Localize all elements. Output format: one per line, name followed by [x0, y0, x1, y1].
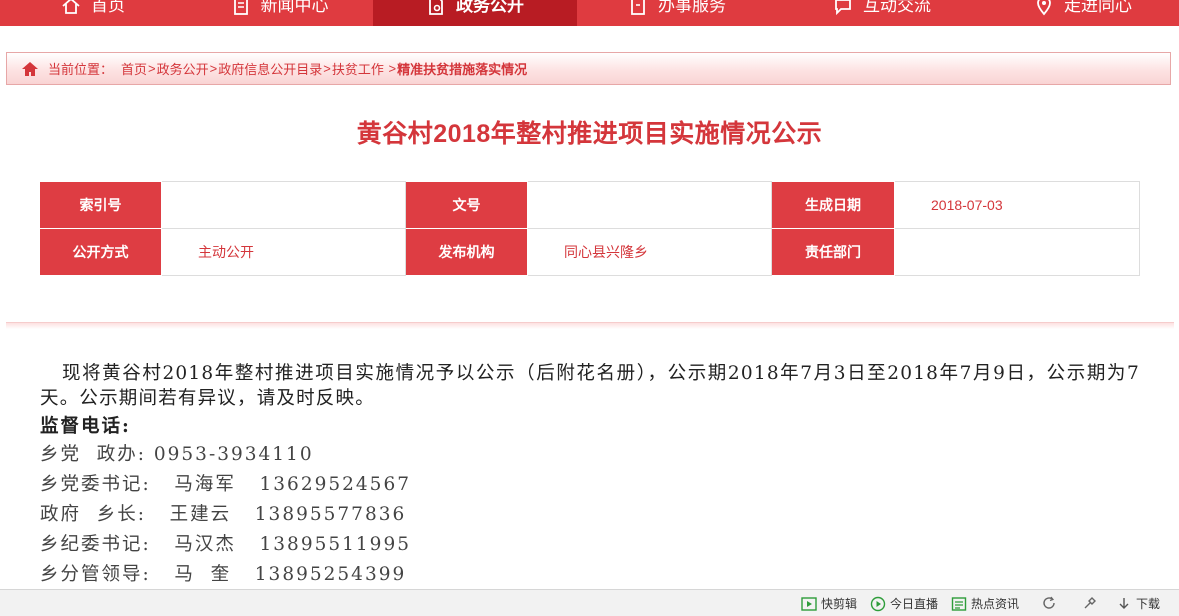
meta-value-index — [161, 181, 406, 229]
news-icon — [951, 596, 967, 611]
document-icon — [233, 0, 248, 15]
play-icon — [870, 596, 886, 611]
meta-row: 索引号 文号 生成日期 2018-07-03 — [39, 181, 1140, 229]
nav-item-services[interactable]: 办事服务 — [577, 0, 777, 26]
meta-label-docno: 文号 — [405, 181, 528, 229]
status-label: 今日直播 — [890, 597, 939, 611]
location-pin-icon — [1037, 0, 1051, 16]
meta-label-mode: 公开方式 — [39, 228, 162, 276]
document-meta-table: 索引号 文号 生成日期 2018-07-03 公开方式 主动公开 发布机构 同心… — [39, 181, 1140, 276]
nav-item-label: 办事服务 — [658, 0, 726, 15]
video-icon — [801, 596, 817, 611]
nav-item-home[interactable]: 首页 — [0, 0, 186, 26]
chat-icon — [835, 0, 851, 16]
home-icon — [22, 61, 38, 76]
download-icon — [1119, 597, 1129, 609]
nav-item-label: 新闻中心 — [260, 0, 329, 15]
page-title: 黄谷村2018年整村推进项目实施情况公示 — [356, 120, 823, 148]
breadcrumb: 当前位置： 首页 > 政务公开 > 政府信息公开目录 > 扶贫工作 > 精准扶贫… — [6, 52, 1171, 85]
supervision-line: 政府 乡长: 王建云 13895577836 — [40, 504, 407, 525]
meta-value-docno — [527, 181, 772, 229]
breadcrumb-gov-affairs[interactable]: 政务公开 — [157, 59, 209, 78]
meta-label-index: 索引号 — [39, 181, 162, 229]
nav-item-label: 政务公开 — [456, 0, 524, 15]
nav-item-label: 首页 — [91, 0, 125, 15]
status-live[interactable]: 今日直播 — [870, 595, 938, 612]
nav-item-gov-affairs[interactable]: 政务公开 — [373, 0, 577, 26]
supervision-heading: 监督电话: — [40, 416, 131, 437]
nav-item-label: 互动交流 — [863, 0, 931, 15]
supervision-line: 乡党 政办: 0953-3934110 — [40, 444, 314, 465]
status-label: 热点资讯 — [971, 597, 1020, 611]
nav-item-about[interactable]: 走进同心 — [987, 0, 1179, 26]
article-body: 现将黄谷村2018年整村推进项目实施情况予以公示（后附花名册），公示期2018年… — [40, 361, 1140, 590]
status-quick-edit[interactable]: 快剪辑 — [801, 595, 857, 612]
nav-item-news[interactable]: 新闻中心 — [186, 0, 373, 26]
article-paragraph: 现将黄谷村2018年整村推进项目实施情况予以公示（后附花名册），公示期2018年… — [40, 363, 1140, 409]
status-label: 快剪辑 — [821, 597, 858, 611]
breadcrumb-prefix: 当前位置： — [48, 62, 114, 77]
meta-row: 公开方式 主动公开 发布机构 同心县兴隆乡 责任部门 — [39, 228, 1140, 276]
breadcrumb-current[interactable]: 精准扶贫措施落实情况 — [397, 59, 527, 78]
supervision-line: 乡党委书记: 马海军 13629524567 — [40, 474, 411, 495]
breadcrumb-home[interactable]: 首页 — [121, 59, 147, 78]
file-gear-icon — [429, 0, 443, 15]
breadcrumb-poverty-work[interactable]: 扶贫工作 — [332, 59, 384, 78]
meta-label-date: 生成日期 — [771, 181, 895, 229]
content-divider — [6, 322, 1174, 329]
meta-label-org: 发布机构 — [405, 228, 528, 276]
meta-value-dept — [894, 228, 1140, 276]
status-hot-news[interactable]: 热点资讯 — [951, 595, 1019, 612]
nav-item-interaction[interactable]: 互动交流 — [777, 0, 987, 26]
refresh-icon — [1043, 596, 1055, 609]
meta-label-dept: 责任部门 — [771, 228, 895, 276]
meta-value-date: 2018-07-03 — [894, 181, 1140, 229]
status-tools[interactable] — [1082, 595, 1098, 611]
status-download[interactable]: 下载 — [1116, 595, 1160, 612]
breadcrumb-info-catalog[interactable]: 政府信息公开目录 — [218, 59, 322, 78]
clipboard-icon — [631, 0, 645, 15]
status-label: 下载 — [1136, 597, 1161, 611]
supervision-line: 乡分管领导: 马 奎 13895254399 — [40, 564, 407, 585]
meta-value-mode: 主动公开 — [161, 228, 406, 276]
home-icon — [62, 0, 80, 14]
nav-item-label: 走进同心 — [1064, 0, 1132, 15]
browser-status-bar: 快剪辑 今日直播 热点资讯 下载 — [0, 589, 1179, 616]
status-refresh[interactable] — [1041, 595, 1057, 611]
meta-value-org: 同心县兴隆乡 — [527, 228, 772, 276]
supervision-line: 乡纪委书记: 马汉杰 13895511995 — [40, 534, 411, 555]
tools-icon — [1084, 597, 1096, 609]
top-nav: 首页 新闻中心 政务公开 办事服务 互动交流 走进同心 — [0, 0, 1179, 26]
